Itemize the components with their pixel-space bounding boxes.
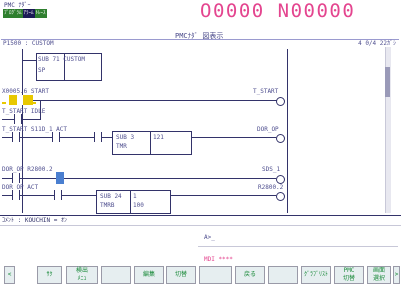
tab-alarm[interactable]: ｱﾗｰﾑ	[22, 9, 35, 18]
rung4-func-c: 121	[153, 134, 164, 141]
contact-cursor-marker-b	[30, 102, 36, 104]
softkey-switch[interactable]: 切替	[166, 266, 196, 284]
comment-bar: ｺﾒﾝﾄ : KOUCHIN = ｵﾝ	[0, 215, 401, 226]
comment-text: ｺﾒﾝﾄ : KOUCHIN = ｵﾝ	[2, 217, 67, 224]
rung1-func-label: SUB 71 CUSTOM	[38, 56, 85, 63]
tab-trace[interactable]: ﾄﾚｰｽ	[34, 9, 47, 18]
mdi-status: MDI ****	[204, 256, 233, 263]
right-power-rail	[287, 49, 288, 213]
func-block-divider	[150, 132, 151, 154]
coil-r2800-2[interactable]	[276, 192, 285, 201]
rung3-branch	[40, 100, 41, 120]
tab-program[interactable]: ﾌﾟﾛｸﾞﾗﾑ	[3, 9, 23, 18]
softkey-back[interactable]: 戻る	[235, 266, 265, 284]
rung1-sub-label: SP	[38, 67, 46, 74]
softkey-label: >	[394, 271, 399, 278]
header-top-label: PMC ﾅﾀﾞｰ	[4, 2, 31, 9]
coil-dor-op[interactable]	[276, 134, 285, 143]
rung5-wire	[2, 178, 276, 179]
rung-position: 4 0/4 22ｶﾞｼ	[358, 40, 396, 47]
coil-t-start[interactable]	[276, 97, 285, 106]
rung6-coil-label: R2800.2	[258, 184, 284, 191]
coil-sds-1[interactable]	[276, 175, 285, 184]
contact-dor-op-r5[interactable]	[12, 173, 20, 183]
rung5-coil-label: SDS_1	[262, 166, 281, 173]
rung4-coil-label: DOR_OP	[257, 126, 279, 133]
ladder-diagram: SUB 71 CUSTOM SP X0005.6 START T_START T…	[0, 47, 401, 215]
contact-dor-op-r6[interactable]	[12, 190, 20, 200]
softkey-screen-select[interactable]: 画面 選択	[367, 266, 391, 284]
contact-act-r6[interactable]	[54, 190, 62, 200]
rung2-coil-label: T_START	[253, 88, 279, 95]
program-name: P1500 : CUSTOM	[3, 40, 54, 47]
contact-plate	[17, 95, 23, 105]
softkey-pmc-switch[interactable]: PMC 切替	[334, 266, 364, 284]
contact-act-r4[interactable]	[94, 132, 102, 142]
softkey-edit[interactable]: 編集	[134, 266, 164, 284]
rung6-contact-label: DOR_OP ACT	[2, 184, 39, 191]
contact-t-start-r4[interactable]	[12, 132, 20, 142]
softkey-label: 画面 選択	[372, 267, 385, 282]
contact-s11d-1[interactable]	[52, 132, 60, 142]
softkey-label: PMC 切替	[342, 267, 355, 282]
rung1-wire	[22, 60, 36, 61]
rung4-func-a: SUB 3	[116, 134, 135, 141]
softkey-blank-3[interactable]	[268, 266, 298, 284]
rung4-wire-b	[190, 137, 276, 138]
softkey-label: ｸﾞﾗﾌﾞﾘｽﾄ	[303, 271, 328, 278]
contact-r2800-2-active[interactable]	[56, 172, 64, 184]
rung6-func-a: SUB 24	[100, 193, 122, 200]
rung5-contact-label: DOR_OP R2800.2	[2, 166, 53, 173]
rung6-wire-b	[169, 195, 276, 196]
func-block-divider	[130, 191, 131, 213]
softkey-label: 切替	[174, 271, 187, 278]
input-separator	[198, 246, 398, 247]
softkey-next[interactable]: >	[393, 266, 400, 284]
softkey-blank-2[interactable]	[199, 266, 232, 284]
rung4-func-b: TMR	[116, 143, 127, 150]
rung6-func-c: 1	[133, 193, 137, 200]
rung6-func-b: TMRB	[100, 202, 115, 209]
rung2-wire	[10, 100, 277, 101]
softkey-prev[interactable]: <	[4, 266, 15, 284]
input-prompt[interactable]: A>_	[204, 234, 215, 241]
softkey-blank-1[interactable]	[101, 266, 131, 284]
rung6-func-d: 100	[133, 202, 144, 209]
softkey-search[interactable]: ｻｸ	[37, 266, 62, 284]
rung2-contact-label: X0005.6 START	[2, 88, 49, 95]
softkey-search-menu[interactable]: 検出 ﾒﾆｭ	[66, 266, 98, 284]
contact-t-start-idle[interactable]	[14, 114, 22, 124]
program-counter: O0000 N00000	[200, 0, 356, 22]
softkey-label: 検出 ﾒﾆｭ	[75, 267, 88, 282]
rung3-contact-label: T_START IDLE	[2, 108, 46, 115]
softkey-label: 編集	[142, 271, 155, 278]
softkey-graph-list[interactable]: ｸﾞﾗﾌﾞﾘｽﾄ	[301, 266, 331, 284]
mode-tabs: ﾌﾟﾛｸﾞﾗﾑ ｱﾗｰﾑ ﾄﾚｰｽ	[3, 9, 51, 18]
softkey-label: 戻る	[243, 271, 256, 278]
contact-cursor-marker	[2, 102, 6, 104]
scrollbar-thumb[interactable]	[385, 67, 390, 97]
softkey-label: ｻｸ	[46, 271, 53, 278]
softkey-label: <	[7, 271, 12, 278]
